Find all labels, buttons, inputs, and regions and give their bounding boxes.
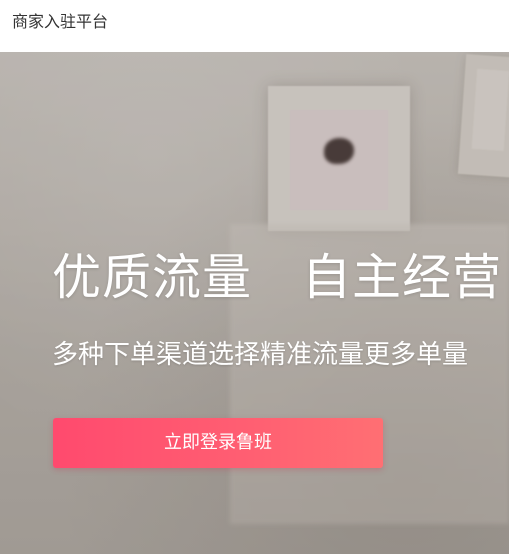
top-bar: 商家入驻平台 <box>0 0 509 52</box>
hero-subheadline: 多种下单渠道选择精准流量更多单量 <box>52 340 469 370</box>
hero-headline: 优质流量 自主经营 <box>52 249 503 306</box>
platform-title: 商家入驻平台 <box>12 12 109 31</box>
page: 商家入驻平台 优质流量 自主经营 多种下单渠道选择精准流量更多单量 立即登录鲁班 <box>0 0 509 554</box>
hero-banner: 优质流量 自主经营 多种下单渠道选择精准流量更多单量 立即登录鲁班 <box>0 52 509 554</box>
login-luban-button[interactable]: 立即登录鲁班 <box>53 418 383 468</box>
